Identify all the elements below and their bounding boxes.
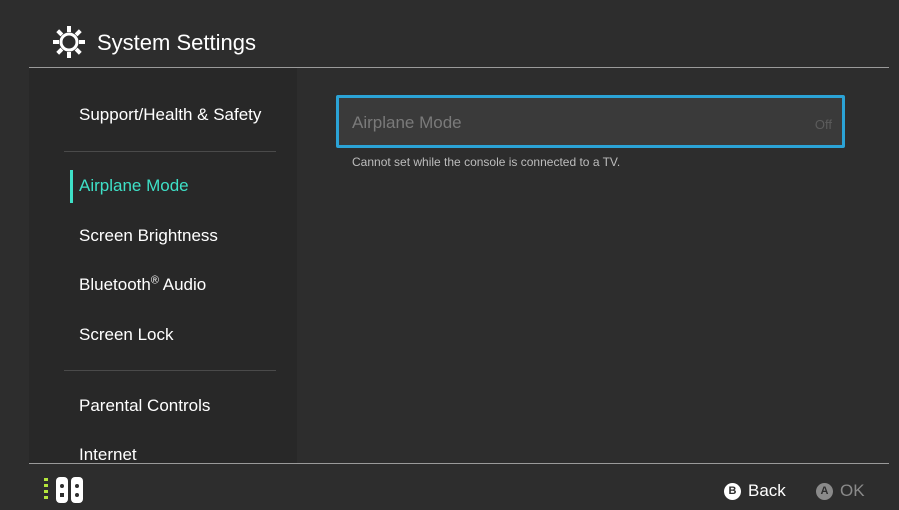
sidebar-item-support[interactable]: Support/Health & Safety [79,105,261,125]
sidebar-item-bluetooth-audio[interactable]: Bluetooth® Audio [79,275,206,295]
setting-label: Airplane Mode [352,113,462,132]
setting-value: Off [814,117,832,132]
sidebar-divider [64,151,276,152]
footer-divider [29,463,889,464]
sidebar-item-label: Bluetooth [79,275,151,294]
controller-icon [44,477,83,503]
active-indicator [70,170,73,203]
airplane-mode-setting[interactable]: Airplane Mode Off [336,95,845,148]
sidebar-item-internet[interactable]: Internet [79,445,137,463]
sidebar-item-parental-controls[interactable]: Parental Controls [79,396,210,416]
sidebar[interactable]: Support/Health & Safety Airplane Mode Sc… [29,68,297,463]
header: System Settings [0,0,899,68]
back-label: Back [748,481,786,500]
gear-icon [53,26,85,58]
ok-label: OK [840,481,865,500]
sidebar-item-screen-lock[interactable]: Screen Lock [79,325,174,345]
sidebar-item-screen-brightness[interactable]: Screen Brightness [79,226,218,246]
a-button-icon: A [816,482,833,500]
b-button-icon: B [724,482,741,500]
sidebar-item-airplane-mode[interactable]: Airplane Mode [79,176,189,196]
ok-button[interactable]: A OK [816,480,865,502]
back-button[interactable]: B Back [724,480,786,502]
page-title: System Settings [97,30,256,55]
sidebar-divider [64,370,276,371]
setting-hint: Cannot set while the console is connecte… [352,155,621,169]
registered-mark: ® [150,274,159,287]
sidebar-item-label-rest: Audio [158,275,207,294]
